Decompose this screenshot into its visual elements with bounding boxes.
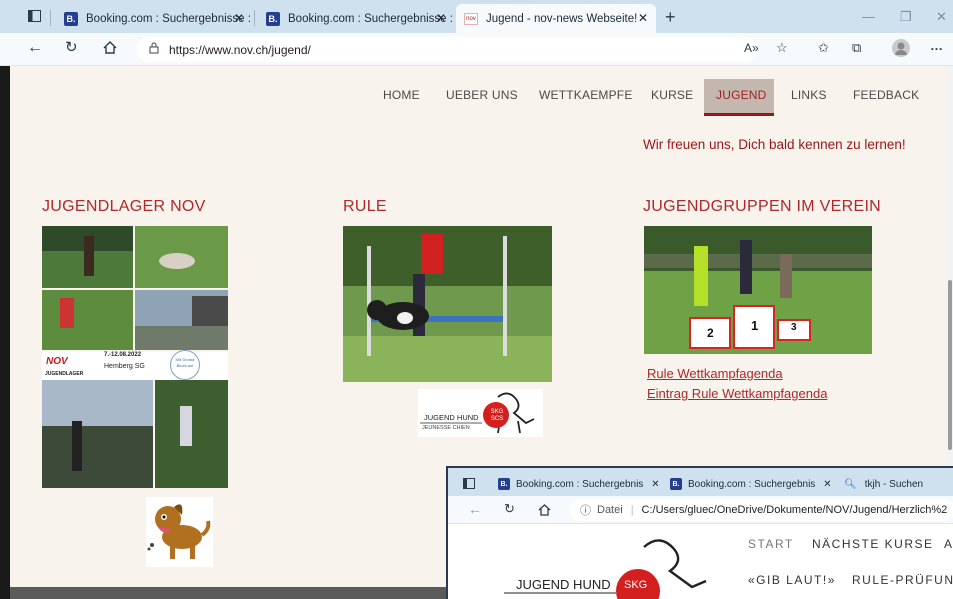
poster-date: 7.-12.08.2022 <box>104 352 142 358</box>
second-url-text: C:/Users/gluec/OneDrive/Dokumente/NOV/Ju… <box>641 504 948 516</box>
nav-jugend[interactable]: JUGEND <box>716 88 767 102</box>
tab-booking-1[interactable]: B. Booking.com : Suchergebnisse : ✕ <box>56 4 252 33</box>
podium-3: 3 <box>791 322 797 333</box>
refresh-icon[interactable]: ↻ <box>504 501 515 517</box>
poster-sub: JUGENDLAGER <box>45 371 84 377</box>
search-icon: 🔍︎ <box>844 478 857 490</box>
logo-ball-text: SKG SCS <box>490 409 504 422</box>
close-window-icon[interactable]: ✕ <box>936 10 947 23</box>
booking-favicon-icon: B. <box>498 478 510 490</box>
scrollbar-thumb[interactable] <box>948 280 952 450</box>
jugend-hund-logo: JUGEND HUND JEUNESSE CHIEN SKG SCS <box>418 389 543 437</box>
tab-actions-icon[interactable] <box>463 476 475 494</box>
tab-actions-icon[interactable] <box>28 10 41 24</box>
url-divider: | <box>630 504 634 516</box>
link-rule-wettkampfagenda[interactable]: Rule Wettkampfagenda <box>647 366 783 381</box>
left-edge <box>0 66 10 599</box>
nav-wettkaempfe[interactable]: WETTKAEMPFE <box>539 88 633 102</box>
tab-search[interactable]: 🔍︎ tkjh - Suchen <box>844 472 953 496</box>
tab-booking-2[interactable]: B. Booking.com : Suchergebnis ✕ <box>670 472 830 496</box>
browser-window: B. Booking.com : Suchergebnisse : ✕ B. B… <box>0 0 953 599</box>
bottom-edge <box>10 587 446 599</box>
nav-more[interactable]: A <box>944 537 953 551</box>
jugend-hund-logo: JUGEND HUND SKG <box>504 535 724 599</box>
logo-ball-text: SKG <box>624 579 648 591</box>
close-tab-icon[interactable]: ✕ <box>638 11 648 25</box>
nav-gib-laut[interactable]: «GIB LAUT!» <box>748 573 836 587</box>
poster-place: Hemberg SG <box>104 363 145 370</box>
address-bar: ← ↻ https://www.nov.ch/jugend/ A» ☆ ✩ ⧉ … <box>0 33 953 66</box>
info-icon[interactable]: ⓘ <box>580 502 591 518</box>
tab-booking-2[interactable]: B. Booking.com : Suchergebnisse : ✕ <box>258 4 454 33</box>
collections-icon[interactable]: ⧉ <box>852 41 861 54</box>
dog-mascot-image <box>146 497 213 567</box>
second-address-bar: ← ↻ ⓘ Datei | C:/Users/gluec/OneDrive/Do… <box>448 496 953 524</box>
close-tab-icon[interactable]: ✕ <box>823 479 830 490</box>
tab-separator <box>254 10 255 26</box>
back-icon[interactable]: ← <box>468 501 482 517</box>
tab-title: Booking.com : Suchergebnisse : <box>288 12 453 25</box>
nav-ueber-uns[interactable]: UEBER UNS <box>446 88 518 102</box>
podium-photo[interactable]: 2 1 3 <box>644 226 872 354</box>
rule-photo[interactable] <box>343 226 552 382</box>
nav-kurse[interactable]: KURSE <box>651 88 693 102</box>
logo-subtext: JEUNESSE CHIEN <box>422 425 470 431</box>
booking-favicon-icon: B. <box>64 11 78 26</box>
podium-1: 1 <box>751 318 759 333</box>
favorites-icon[interactable]: ✩ <box>818 41 829 54</box>
tab-title: Booking.com : Suchergebnis <box>688 478 816 490</box>
close-tab-icon[interactable]: ✕ <box>436 11 446 25</box>
second-page-content: JUGEND HUND SKG START NÄCHSTE KURSE A «G… <box>448 525 953 599</box>
close-tab-icon[interactable]: ✕ <box>234 11 244 25</box>
poster-badge: Mit Grossii Blues auf <box>170 350 200 380</box>
tab-bar: B. Booking.com : Suchergebnisse : ✕ B. B… <box>0 0 953 33</box>
tab-title: Jugend - nov-news Webseite! <box>486 12 638 25</box>
tab-title: Booking.com : Suchergebnis <box>516 478 644 490</box>
restore-icon[interactable]: ❐ <box>900 10 912 23</box>
url-text: https://www.nov.ch/jugend/ <box>169 42 311 57</box>
tab-booking-1[interactable]: B. Booking.com : Suchergebnis ✕ <box>498 472 658 496</box>
nav-start[interactable]: START <box>748 537 794 551</box>
nav-rule-pruefung[interactable]: RULE-PRÜFUN <box>852 573 953 587</box>
podium-2: 2 <box>707 326 714 340</box>
tab-title: tkjh - Suchen <box>864 478 924 490</box>
heading-jugendgruppen: JUGENDGRUPPEN IM VEREIN <box>643 198 882 215</box>
more-icon[interactable]: … <box>930 39 943 52</box>
logo-text: JUGEND HUND <box>424 413 479 422</box>
heading-jugendlager: JUGENDLAGER NOV <box>42 198 206 215</box>
tab-title: Booking.com : Suchergebnisse : <box>86 12 251 25</box>
second-tab-bar: B. Booking.com : Suchergebnis ✕ B. Booki… <box>448 468 953 496</box>
favorites-add-icon[interactable]: ☆ <box>776 41 788 54</box>
new-tab-button[interactable]: + <box>665 8 676 26</box>
second-browser-window[interactable]: B. Booking.com : Suchergebnis ✕ B. Booki… <box>446 466 953 599</box>
read-aloud-icon[interactable]: A» <box>744 42 759 54</box>
booking-favicon-icon: B. <box>670 478 682 490</box>
welcome-text: Wir freuen uns, Dich bald kennen zu lern… <box>643 137 906 152</box>
url-field[interactable]: https://www.nov.ch/jugend/ <box>137 37 757 62</box>
home-icon[interactable] <box>538 503 551 521</box>
tab-jugend[interactable]: nov Jugend - nov-news Webseite! ✕ <box>456 4 656 33</box>
nav-naechste-kurse[interactable]: NÄCHSTE KURSE <box>812 537 934 551</box>
lock-icon[interactable] <box>149 42 159 57</box>
tab-separator <box>50 10 51 26</box>
booking-favicon-icon: B. <box>266 11 280 26</box>
second-url-field[interactable]: ⓘ Datei | C:/Users/gluec/OneDrive/Dokume… <box>570 499 953 521</box>
close-tab-icon[interactable]: ✕ <box>651 479 658 490</box>
minimize-icon[interactable]: — <box>862 10 875 23</box>
home-icon[interactable] <box>103 41 117 56</box>
nav-feedback[interactable]: FEEDBACK <box>853 88 919 102</box>
logo-text: JUGEND HUND <box>516 577 611 592</box>
url-prefix: Datei <box>597 504 623 516</box>
back-icon[interactable]: ← <box>27 40 43 56</box>
jugendlager-collage[interactable]: NOV JUGENDLAGER 7.-12.08.2022 Hemberg SG… <box>42 226 228 488</box>
heading-rule: RULE <box>343 198 387 215</box>
nov-favicon-icon: nov <box>464 12 478 25</box>
poster-brand: NOV <box>46 356 68 367</box>
link-eintrag-rule-wettkampfagenda[interactable]: Eintrag Rule Wettkampfagenda <box>647 386 827 401</box>
refresh-icon[interactable]: ↻ <box>65 40 78 55</box>
profile-avatar[interactable] <box>892 39 910 59</box>
nav-links[interactable]: LINKS <box>791 88 827 102</box>
nav-home[interactable]: HOME <box>383 88 420 102</box>
